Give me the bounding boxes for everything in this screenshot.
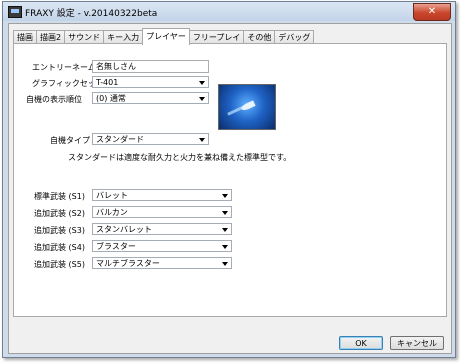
ship-type-value: スタンダード: [96, 135, 144, 144]
title-bar[interactable]: FRAXY 設定 - v.20140322beta ✕: [3, 2, 455, 21]
ship-graphic: [240, 100, 256, 112]
weapon-s3-value: スタンバレット: [96, 225, 152, 234]
weapon-s2-value: バルカン: [96, 208, 128, 217]
weapon-s5-label: 追加武装 (S5): [34, 260, 85, 269]
weapon-s4-value: ブラスター: [96, 242, 136, 251]
app-icon: [8, 6, 22, 18]
weapon-s1-value: バレット: [96, 191, 128, 200]
graphic-set-select[interactable]: T-401: [92, 76, 209, 88]
chevron-down-icon: [222, 194, 228, 198]
display-order-value: (0) 通常: [96, 94, 126, 103]
weapon-s3-label: 追加武装 (S3): [34, 226, 85, 235]
tab-player[interactable]: プレイヤー: [142, 28, 190, 45]
chevron-down-icon: [222, 228, 228, 232]
entry-name-field[interactable]: 名無しさん: [92, 60, 209, 73]
tab-strip: 描画 描画2 サウンド キー入力 プレイヤー フリープレイ その他 デバッグ: [13, 28, 315, 45]
chevron-down-icon: [222, 262, 228, 266]
weapon-s3-select[interactable]: スタンバレット: [92, 223, 232, 235]
ship-type-label: 自機タイプ: [50, 136, 90, 145]
weapon-s5-select[interactable]: マルチブラスター: [92, 257, 232, 269]
ship-type-select[interactable]: スタンダード: [92, 133, 209, 145]
weapon-s5-value: マルチブラスター: [96, 259, 160, 268]
cancel-button[interactable]: キャンセル: [390, 336, 444, 350]
display-order-select[interactable]: (0) 通常: [92, 92, 209, 104]
ok-button[interactable]: OK: [339, 336, 383, 350]
window-title: FRAXY 設定 - v.20140322beta: [25, 9, 158, 19]
chevron-down-icon: [199, 97, 205, 101]
close-button[interactable]: ✕: [413, 3, 451, 21]
chevron-down-icon: [222, 211, 228, 215]
ship-type-description: スタンダードは適度な耐久力と火力を兼ね備えた標準型です。: [68, 153, 292, 162]
weapon-s4-label: 追加武装 (S4): [34, 243, 85, 252]
dialog-body: 描画 描画2 サウンド キー入力 プレイヤー フリープレイ その他 デバッグ エ…: [8, 23, 452, 354]
weapon-s1-label: 標準武装 (S1): [34, 192, 85, 201]
player-settings-panel: エントリーネーム 名無しさん グラフィックセット T-401 自機の表示順位 (…: [13, 43, 447, 317]
weapon-s2-label: 追加武装 (S2): [34, 209, 85, 218]
chevron-down-icon: [199, 81, 205, 85]
entry-name-label: エントリーネーム: [32, 63, 96, 72]
settings-window: FRAXY 設定 - v.20140322beta ✕ 描画 描画2 サウンド …: [2, 1, 456, 358]
weapon-s4-select[interactable]: ブラスター: [92, 240, 232, 252]
chevron-down-icon: [199, 138, 205, 142]
graphic-set-value: T-401: [96, 78, 119, 87]
ship-preview-image: [218, 84, 276, 130]
weapon-s2-select[interactable]: バルカン: [92, 206, 232, 218]
chevron-down-icon: [222, 245, 228, 249]
display-order-label: 自機の表示順位: [26, 95, 82, 104]
weapon-s1-select[interactable]: バレット: [92, 189, 232, 201]
